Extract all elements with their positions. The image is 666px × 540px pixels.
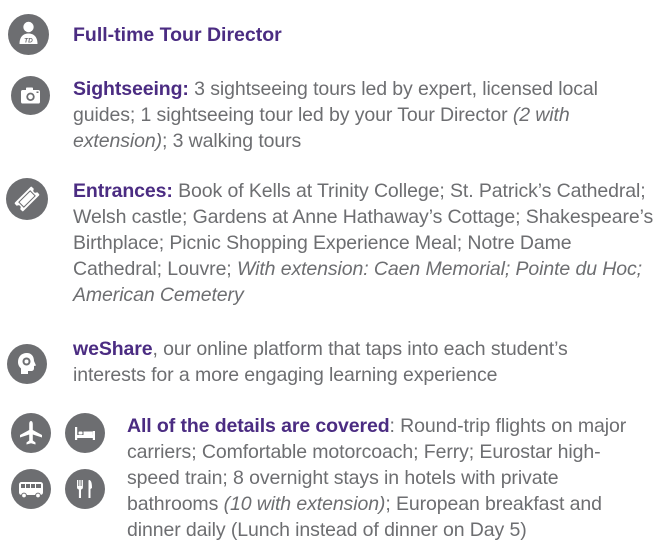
- weshare-text: weShare, our online platform that taps i…: [73, 338, 568, 386]
- utensils-icon: [65, 469, 105, 509]
- entrances-title: Entrances:: [73, 180, 173, 202]
- head-icon: [7, 344, 47, 384]
- inclusions-list: TD Full-time Tour Director Sightseeing: …: [0, 0, 666, 540]
- full-time-tour-director-heading: Full-time Tour Director: [73, 24, 282, 46]
- camera-icon: [11, 76, 50, 115]
- details-covered-title: All of the details are covered: [127, 415, 390, 437]
- bed-icon: [65, 413, 105, 453]
- airplane-icon: [11, 413, 51, 453]
- weshare-title: weShare: [73, 338, 153, 360]
- bus-icon: [11, 469, 51, 509]
- details-covered-text: All of the details are covered: Round-tr…: [127, 415, 627, 540]
- sightseeing-title: Sightseeing:: [73, 78, 189, 100]
- entrances-text: Entrances: Book of Kells at Trinity Coll…: [73, 180, 654, 306]
- ticket-icon: [6, 178, 48, 220]
- sightseeing-text: Sightseeing: 3 sightseeing tours led by …: [73, 78, 598, 152]
- tour-director-icon: TD: [8, 14, 49, 55]
- svg-text:TD: TD: [24, 37, 33, 44]
